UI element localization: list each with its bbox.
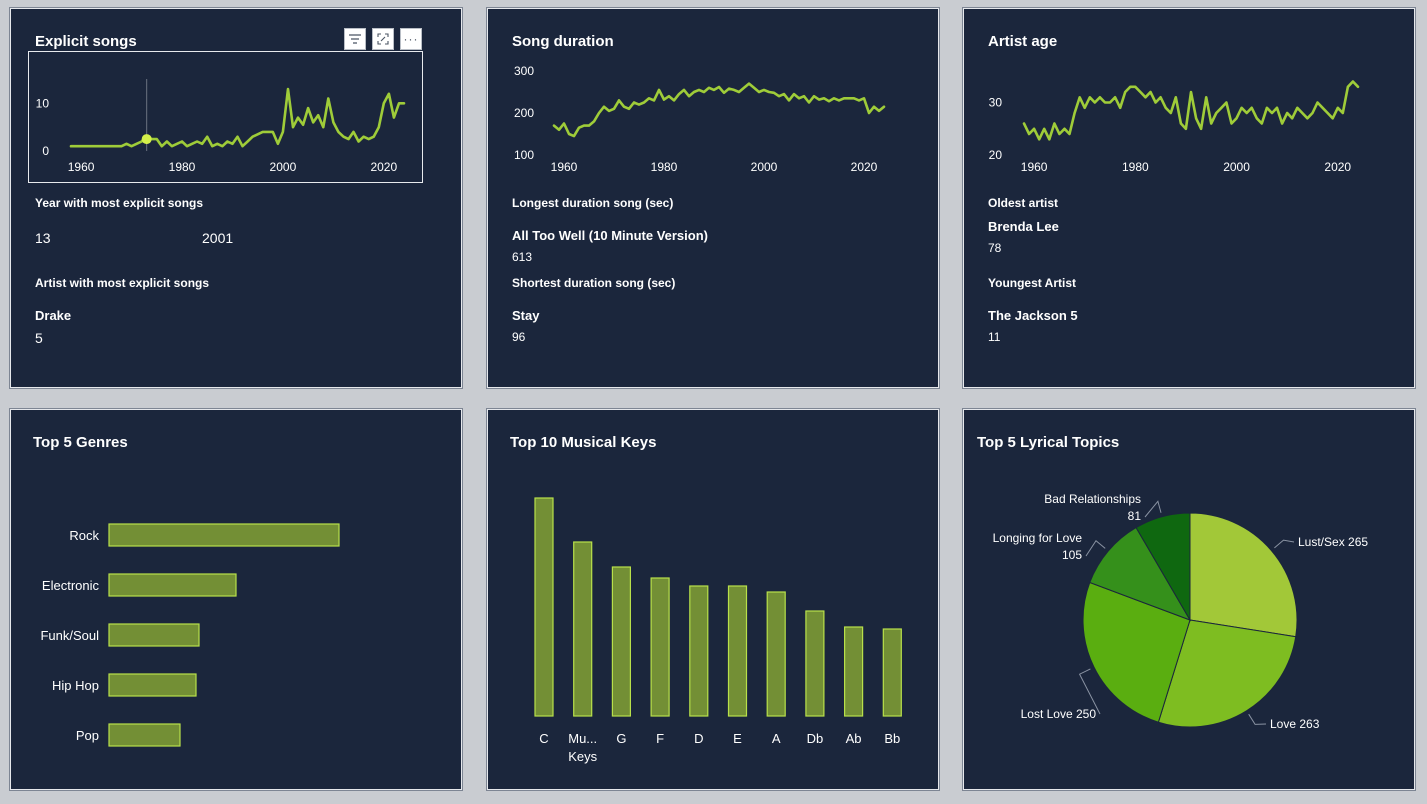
top-genres-card[interactable]: Top 5 Genres Rock Electronic Funk/Soul Hip … [10,409,462,790]
category-label: C [539,731,548,746]
slice-label: Lust/Sex 265 [1298,535,1368,549]
y-tick-label: 20 [989,148,1003,162]
longest-song-value: 613 [512,250,533,264]
x-tick-label: 2020 [851,160,878,174]
series-line [1022,80,1360,141]
slice-label: Lost Love 250 [1021,707,1097,721]
artist-explicit-name: Drake [35,308,72,323]
slice-label: Love 263 [1270,717,1320,731]
x-tick-label: 2000 [1223,160,1250,174]
leader-line [1085,539,1106,557]
category-label: G [616,731,626,746]
bar [108,573,237,597]
category-label: F [656,731,664,746]
top-keys-bar-chart[interactable]: C Mu... G F D E A Db Ab Bb Keys [488,410,939,790]
slice-name-label: Bad Relationships [1044,492,1141,506]
category-label: Rock [69,528,99,543]
x-axis-label: Keys [568,749,597,764]
bar [534,497,554,717]
longest-song-name: All Too Well (10 Minute Version) [512,228,708,243]
leader-line [1274,539,1295,549]
year-explicit-value: 2001 [202,230,234,246]
top-genres-bar-chart[interactable]: Rock Electronic Funk/Soul Hip Hop Pop [11,410,462,790]
highlight-point [141,134,152,145]
bar [108,673,197,697]
oldest-artist-value: 78 [988,241,1002,255]
shortest-song-value: 96 [512,330,526,344]
category-label: Electronic [42,578,100,593]
series-line [69,87,406,148]
artist-age-card[interactable]: Artist age 20 30 1960 1980 2000 2020 Oldest a… [963,8,1415,388]
bar [650,577,670,717]
x-tick-label: 1960 [1021,160,1048,174]
bar [108,523,340,547]
y-tick-label: 0 [42,144,49,158]
bar [805,610,825,717]
y-tick-label: 100 [514,148,534,162]
longest-duration-label: Longest duration song (sec) [512,196,674,210]
x-tick-label: 2000 [270,160,297,174]
slice-name-label: Longing for Love [993,531,1083,545]
year-explicit-count: 13 [35,230,51,246]
youngest-artist-name: The Jackson 5 [988,308,1078,323]
slice-value-label: 105 [1062,548,1082,562]
y-tick-label: 30 [989,96,1003,110]
x-tick-label: 2020 [370,160,397,174]
y-tick-label: 10 [36,96,50,110]
youngest-artist-value: 11 [988,330,1001,344]
category-label: Hip Hop [52,678,99,693]
shortest-song-name: Stay [512,308,540,323]
year-most-explicit-label: Year with most explicit songs [35,196,204,210]
explicit-songs-card[interactable]: Explicit songs ··· 0 10 1960 1980 2000 2020 Y… [10,8,462,388]
artist-explicit-count: 5 [35,330,43,346]
bar [727,585,748,717]
oldest-artist-name: Brenda Lee [988,219,1059,234]
artist-age-line-chart[interactable]: 20 30 1960 1980 2000 2020 [964,9,1415,189]
x-tick-label: 1980 [169,160,196,174]
shortest-duration-label: Shortest duration song (sec) [512,276,676,290]
bar [108,623,200,647]
bar [573,541,593,717]
y-tick-label: 200 [514,106,534,120]
top-topics-pie-chart[interactable]: Lust/Sex 265 Love 263 Lost Love 250 Longing… [964,410,1415,790]
top-topics-card[interactable]: Top 5 Lyrical Topics Lust/Sex 265 Love 26… [963,409,1415,790]
category-label: E [733,731,742,746]
song-duration-card[interactable]: Song duration 100 200 300 1960 1980 2000 2020 … [487,8,939,388]
category-label: Pop [76,728,99,743]
bar [882,628,902,717]
category-label: Bb [884,731,900,746]
x-tick-label: 1980 [1122,160,1149,174]
x-tick-label: 1980 [651,160,678,174]
artist-most-explicit-label: Artist with most explicit songs [35,276,210,290]
top-keys-card[interactable]: Top 10 Musical Keys C Mu... G F D E A Db Ab Bb Key… [487,409,939,790]
y-tick-label: 300 [514,64,534,78]
category-label: Ab [846,731,862,746]
explicit-songs-line-chart[interactable]: 0 10 1960 1980 2000 2020 [11,9,462,189]
bar [611,566,632,717]
bar [108,723,181,747]
category-label: Funk/Soul [40,628,99,643]
category-label: A [772,731,781,746]
leader-line [1144,500,1162,518]
category-label: Mu... [568,731,597,746]
series-line [552,82,886,138]
bar [766,591,786,717]
slice-value-label: 81 [1128,509,1142,523]
bar [689,585,709,717]
song-duration-line-chart[interactable]: 100 200 300 1960 1980 2000 2020 [488,9,939,189]
youngest-artist-label: Youngest Artist [988,276,1077,290]
pie-slice [1189,512,1298,638]
oldest-artist-label: Oldest artist [988,196,1059,210]
x-tick-label: 1960 [551,160,578,174]
category-label: Db [807,731,824,746]
x-tick-label: 1960 [68,160,95,174]
bar [844,626,864,717]
category-label: D [694,731,703,746]
x-tick-label: 2020 [1324,160,1351,174]
leader-line [1248,713,1267,725]
x-tick-label: 2000 [751,160,778,174]
